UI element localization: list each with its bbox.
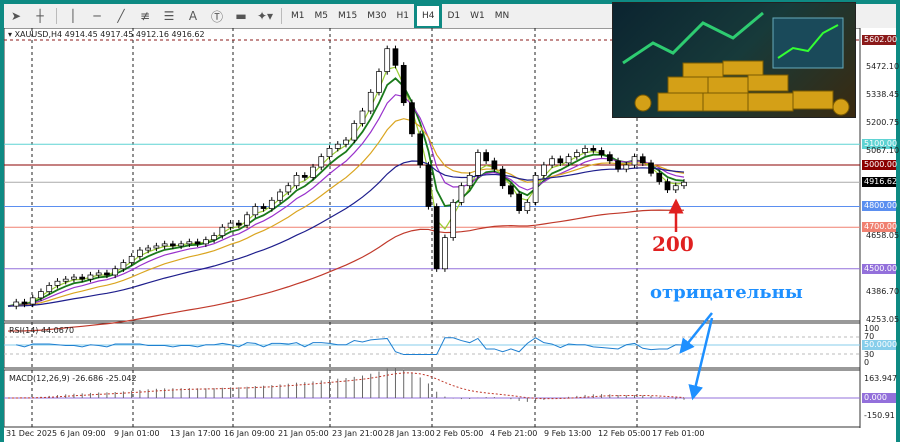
rectangle-icon[interactable]: ▬ xyxy=(229,5,253,27)
text-label-icon[interactable]: Ⓣ xyxy=(205,5,229,27)
timeframe-m30[interactable]: M30 xyxy=(362,5,391,27)
timeframe-d1[interactable]: D1 xyxy=(442,5,465,27)
timeframe-mn[interactable]: MN xyxy=(490,5,515,27)
divider xyxy=(281,8,282,24)
timeframe-h1[interactable]: H1 xyxy=(391,5,414,27)
timeframe-m15[interactable]: M15 xyxy=(333,5,362,27)
vertical-line-icon[interactable]: │ xyxy=(61,5,85,27)
chart-window[interactable]: ▾ XAUUSD,H4 4914.45 4917.45 4912.16 4916… xyxy=(4,2,899,442)
horizontal-line-icon[interactable]: ─ xyxy=(85,5,109,27)
timeframe-m5[interactable]: M5 xyxy=(310,5,334,27)
divider xyxy=(56,8,57,24)
shapes-icon[interactable]: ✦▾ xyxy=(253,5,277,27)
text-icon[interactable]: A xyxy=(181,5,205,27)
timeframe-h4[interactable]: H4 xyxy=(413,3,443,29)
timeframe-w1[interactable]: W1 xyxy=(465,5,490,27)
fibonacci-icon[interactable]: ≢ xyxy=(133,5,157,27)
channel-icon[interactable]: ☰ xyxy=(157,5,181,27)
trendline-icon[interactable]: ╱ xyxy=(109,5,133,27)
cursor-icon[interactable]: ➤ xyxy=(4,5,28,27)
annotation-arrows xyxy=(668,198,714,401)
timeframe-m1[interactable]: M1 xyxy=(286,5,310,27)
blue-arrow-macd xyxy=(688,317,714,401)
crosshair-icon[interactable]: ┼ xyxy=(28,5,52,27)
